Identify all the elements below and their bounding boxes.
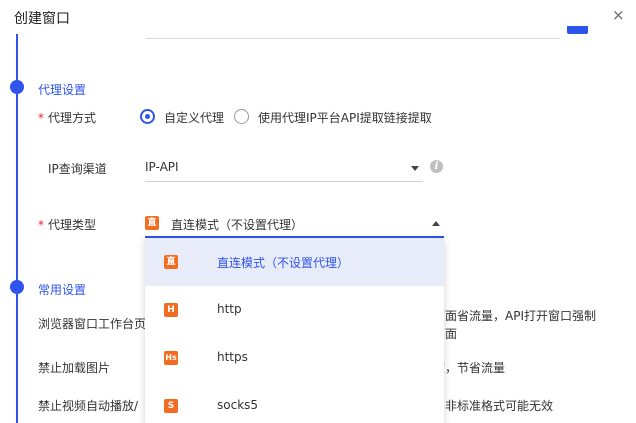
proxy-method-label-text: 代理方式 xyxy=(48,111,97,125)
dropdown-option-socks5[interactable]: S socks5 xyxy=(145,382,444,423)
step-dot-common xyxy=(10,280,24,294)
http-icon: H xyxy=(164,303,178,317)
step-dot-proxy xyxy=(10,80,24,94)
proxy-type-label-text: 代理类型 xyxy=(48,218,97,232)
required-mark: * xyxy=(38,218,44,232)
dropdown-option-label: https xyxy=(217,350,248,364)
section-title-proxy: 代理设置 xyxy=(38,83,87,97)
info-icon[interactable]: i xyxy=(430,160,443,173)
proxy-type-select[interactable]: 直 直连模式（不设置代理） xyxy=(145,208,444,238)
required-mark: * xyxy=(38,111,44,125)
top-action-button[interactable] xyxy=(567,26,588,34)
radio-api-proxy[interactable] xyxy=(234,109,249,124)
dropdown-option-label: http xyxy=(217,302,242,316)
dropdown-option-label: socks5 xyxy=(217,398,259,412)
proxy-method-label: * 代理方式 xyxy=(38,109,96,126)
dropdown-option-https[interactable]: Hs https xyxy=(145,334,444,382)
proxy-type-dropdown: 直 直连模式（不设置代理） H http Hs https S socks5 xyxy=(145,238,444,423)
radio-api-proxy-label[interactable]: 使用代理IP平台API提取链接提取 xyxy=(258,109,432,126)
setting-row-left: 禁止视频自动播放/ xyxy=(38,399,139,413)
proxy-type-value: 直连模式（不设置代理） xyxy=(171,218,304,232)
chevron-up-icon xyxy=(432,221,440,226)
dropdown-option-label: 直连模式（不设置代理） xyxy=(217,256,350,270)
setting-row-left: 禁止加载图片 xyxy=(38,361,111,375)
select-underline xyxy=(145,181,423,182)
proxy-type-label: * 代理类型 xyxy=(38,216,96,233)
socks5-icon: S xyxy=(164,399,178,413)
section-title-common: 常用设置 xyxy=(38,283,87,297)
dropdown-option-http[interactable]: H http xyxy=(145,286,444,334)
direct-mode-icon: 直 xyxy=(164,255,178,269)
close-icon[interactable]: × xyxy=(612,6,625,24)
dialog-title: 创建窗口 xyxy=(14,11,70,27)
setting-row-right: 页面省流量，API打开窗口强制 xyxy=(433,309,596,323)
ip-channel-label: IP查询渠道 xyxy=(48,162,107,176)
radio-custom-proxy-label[interactable]: 自定义代理 xyxy=(164,109,224,126)
dropdown-option-direct[interactable]: 直 直连模式（不设置代理） xyxy=(145,238,444,286)
ip-channel-value: IP-API xyxy=(145,160,179,174)
radio-custom-proxy[interactable] xyxy=(140,109,155,124)
setting-row-left: 浏览器窗口工作台页 xyxy=(38,317,147,331)
https-icon: Hs xyxy=(164,351,178,365)
setting-row-right: ，非标准格式可能无效 xyxy=(433,399,554,413)
ip-channel-select[interactable]: IP-API xyxy=(145,152,423,182)
top-input[interactable] xyxy=(146,30,560,39)
direct-mode-icon: 直 xyxy=(145,216,159,230)
chevron-down-icon xyxy=(411,166,419,171)
